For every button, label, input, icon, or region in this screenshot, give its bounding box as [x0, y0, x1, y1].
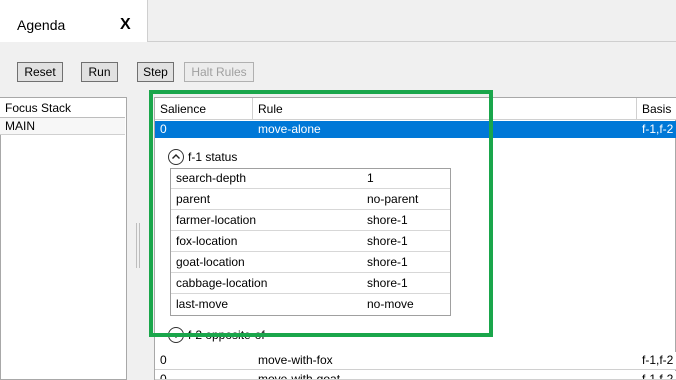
rule-cell: move-alone	[258, 122, 321, 136]
halt-rules-button[interactable]: Halt Rules	[184, 62, 254, 82]
column-header-basis[interactable]: Basis	[637, 98, 676, 120]
salience-cell: 0	[160, 122, 167, 136]
splitter-grip	[139, 223, 140, 268]
slot-value: shore-1	[367, 213, 408, 227]
tab-divider	[148, 41, 676, 42]
collapse-icon[interactable]	[168, 149, 184, 165]
focus-stack-header: Focus Stack	[0, 98, 125, 118]
slot-row: search-depth 1	[171, 169, 450, 189]
table-row[interactable]: 0 move-with-fox f-1,f-2	[155, 352, 676, 370]
splitter-grip	[136, 223, 137, 268]
slot-name: goat-location	[176, 255, 245, 269]
focus-stack-panel	[0, 97, 127, 380]
slot-value: no-parent	[367, 192, 419, 206]
slot-name: last-move	[176, 297, 229, 311]
fact-slot-table: search-depth 1 parent no-parent farmer-l…	[170, 168, 451, 316]
fact-label: f-1 status	[188, 150, 238, 164]
rule-cell: move-with-goat	[258, 372, 341, 380]
slot-name: cabbage-location	[176, 276, 268, 290]
slot-row: cabbage-location shore-1	[171, 274, 450, 294]
table-row[interactable]: 0 move-with-goat f-1,f-2	[155, 371, 676, 380]
slot-row: farmer-location shore-1	[171, 211, 450, 231]
run-button[interactable]: Run	[81, 62, 118, 82]
slot-row: fox-location shore-1	[171, 232, 450, 252]
slot-row: last-move no-move	[171, 295, 450, 314]
basis-cell: f-1,f-2	[642, 372, 674, 380]
slot-name: search-depth	[176, 171, 247, 185]
tab-label: Agenda	[17, 17, 66, 33]
slot-row: parent no-parent	[171, 190, 450, 210]
column-header-salience[interactable]: Salience	[155, 98, 253, 120]
fact-label: f-2 opposite-of	[188, 328, 265, 342]
step-button[interactable]: Step	[137, 62, 174, 82]
basis-cell: f-1,f-2	[642, 353, 674, 367]
slot-value: shore-1	[367, 234, 408, 248]
slot-value: no-move	[367, 297, 414, 311]
salience-cell: 0	[160, 372, 167, 380]
rule-cell: move-with-fox	[258, 353, 333, 367]
slot-value: shore-1	[367, 276, 408, 290]
expand-icon[interactable]	[168, 327, 184, 343]
column-header-rule[interactable]: Rule	[253, 98, 637, 120]
slot-name: fox-location	[176, 234, 238, 248]
focus-stack-item[interactable]: MAIN	[0, 118, 125, 135]
close-icon[interactable]: X	[120, 16, 131, 34]
slot-value: 1	[367, 171, 374, 185]
agenda-tab[interactable]: Agenda X	[0, 0, 148, 42]
slot-name: parent	[176, 192, 211, 206]
table-row[interactable]: 0 move-alone f-1,f-2	[155, 121, 676, 138]
pane-splitter[interactable]	[130, 98, 152, 380]
basis-cell: f-1,f-2	[642, 122, 674, 136]
reset-button[interactable]: Reset	[17, 62, 63, 82]
slot-name: farmer-location	[176, 213, 257, 227]
slot-value: shore-1	[367, 255, 408, 269]
slot-row: goat-location shore-1	[171, 253, 450, 273]
salience-cell: 0	[160, 353, 167, 367]
